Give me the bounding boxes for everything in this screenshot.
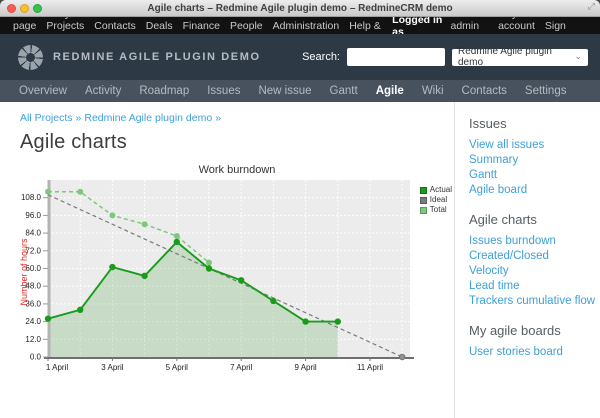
app-header: REDMINE AGILE PLUGIN DEMO Search: Redmin… [0, 34, 600, 80]
tab-gantt[interactable]: Gantt [321, 85, 367, 97]
sidebar-link-lead-time[interactable]: Lead time [469, 279, 600, 294]
sidebar-heading: Agile charts [469, 212, 600, 227]
legend-row: Ideal [420, 196, 452, 204]
logged-in-user-link[interactable]: admin [445, 20, 484, 32]
sidebar-link-view-all-issues[interactable]: View all issues [469, 138, 600, 153]
top-menu-item[interactable]: Contacts [89, 20, 140, 32]
svg-text:1 April: 1 April [46, 363, 68, 372]
sidebar-link-user-stories-board[interactable]: User stories board [469, 345, 600, 360]
breadcrumb: All Projects»Redmine Agile plugin demo» [20, 112, 454, 124]
tab-issues[interactable]: Issues [198, 85, 249, 97]
legend-label: Actual [430, 186, 452, 194]
page-title: Agile charts [20, 131, 454, 154]
breadcrumb-link[interactable]: Redmine Agile plugin demo [84, 112, 212, 124]
main-area: All Projects»Redmine Agile plugin demo» … [0, 102, 454, 418]
fullscreen-icon[interactable]: ⤢ [588, 2, 595, 11]
window-titlebar: Agile charts – Redmine Agile plugin demo… [0, 0, 600, 17]
svg-text:24.0: 24.0 [25, 317, 41, 326]
sidebar-link-created-closed[interactable]: Created/Closed [469, 249, 600, 264]
top-menu-item[interactable]: People [225, 20, 268, 32]
tab-activity[interactable]: Activity [76, 85, 130, 97]
top-menu-item[interactable]: Deals [141, 20, 178, 32]
legend-row: Actual [420, 186, 452, 194]
svg-text:5 April: 5 April [166, 363, 188, 372]
legend-swatch-icon [420, 187, 427, 194]
sidebar-heading: Issues [469, 116, 600, 131]
breadcrumb-link[interactable]: All Projects [20, 112, 73, 124]
legend-swatch-icon [420, 197, 427, 204]
legend-swatch-icon [420, 207, 427, 214]
sidebar-link-agile-board[interactable]: Agile board [469, 183, 600, 198]
tab-roadmap[interactable]: Roadmap [130, 85, 198, 97]
svg-text:7 April: 7 April [230, 363, 252, 372]
svg-text:96.0: 96.0 [25, 211, 41, 220]
legend-row: Total [420, 206, 452, 214]
breadcrumb-separator: » [76, 112, 82, 124]
app-title: REDMINE AGILE PLUGIN DEMO [53, 51, 261, 63]
sidebar-link-summary[interactable]: Summary [469, 153, 600, 168]
content: All Projects»Redmine Agile plugin demo» … [0, 102, 600, 418]
tab-overview[interactable]: Overview [10, 85, 76, 97]
tab-agile[interactable]: Agile [367, 85, 413, 97]
tab-contacts[interactable]: Contacts [453, 85, 516, 97]
sidebar-link-gantt[interactable]: Gantt [469, 168, 600, 183]
app-window: Agile charts – Redmine Agile plugin demo… [0, 0, 600, 418]
legend-label: Total [430, 206, 447, 214]
top-menu-item[interactable]: Administration [268, 20, 345, 32]
search-label: Search: [302, 51, 340, 63]
chevron-down-icon: ⌄ [574, 52, 582, 61]
svg-text:Number of hours: Number of hours [20, 238, 29, 306]
top-menu-bar: HomeMy pageProjectsContactsDealsFinanceP… [0, 17, 600, 34]
tab-settings[interactable]: Settings [516, 85, 576, 97]
project-select-value: Redmine Agile plugin demo [458, 46, 574, 68]
window-title: Agile charts – Redmine Agile plugin demo… [0, 3, 600, 14]
svg-text:9 April: 9 April [294, 363, 316, 372]
tab-wiki[interactable]: Wiki [413, 85, 453, 97]
svg-text:11 April: 11 April [357, 363, 383, 372]
svg-text:108.0: 108.0 [21, 193, 42, 202]
chart-legend: Actual Ideal Total [420, 186, 452, 214]
search-input[interactable] [347, 48, 445, 66]
redmine-agile-logo-icon [18, 45, 43, 70]
svg-text:3 April: 3 April [101, 363, 123, 372]
top-menu-item[interactable]: Projects [41, 20, 89, 32]
svg-text:84.0: 84.0 [25, 229, 41, 238]
sidebar-link-issues-burndown[interactable]: Issues burndown [469, 234, 600, 249]
chart-title: Work burndown [20, 164, 454, 176]
project-nav: OverviewActivityRoadmapIssuesNew issueGa… [0, 80, 600, 102]
chart-canvas: 0.012.024.036.048.060.072.084.096.0108.0… [20, 177, 454, 375]
sidebar-heading: My agile boards [469, 323, 600, 338]
work-burndown-chart: Work burndown 0.012.024.036.048.060.072.… [20, 164, 454, 380]
legend-label: Ideal [430, 196, 447, 204]
sidebar-link-trackers-cumulative-flow[interactable]: Trackers cumulative flow [469, 294, 600, 309]
svg-text:0.0: 0.0 [30, 353, 42, 362]
breadcrumb-separator: » [215, 112, 221, 124]
sidebar-link-velocity[interactable]: Velocity [469, 264, 600, 279]
tab-new-issue[interactable]: New issue [249, 85, 320, 97]
svg-text:12.0: 12.0 [25, 335, 41, 344]
top-menu-item[interactable]: Finance [178, 20, 225, 32]
search-group: Search: Redmine Agile plugin demo ⌄ [302, 48, 588, 66]
project-select[interactable]: Redmine Agile plugin demo ⌄ [452, 49, 588, 66]
sidebar: Issues View all issuesSummaryGanttAgile b… [454, 102, 600, 418]
